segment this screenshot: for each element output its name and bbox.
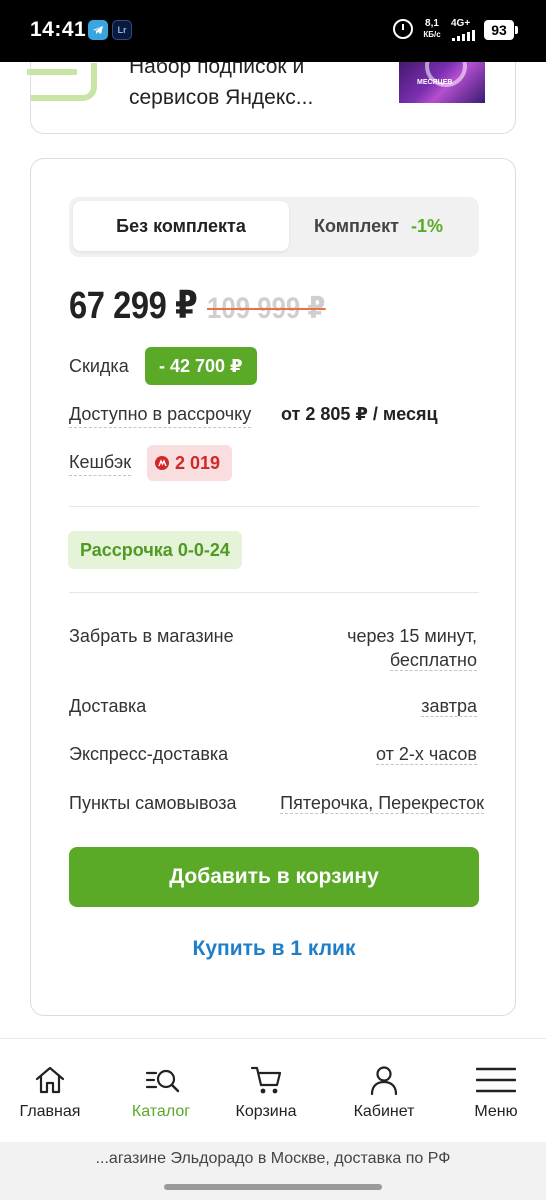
pickup-points-label: Пункты самовывоза (69, 793, 237, 813)
signal-icon (452, 30, 475, 41)
gesture-home-indicator[interactable] (164, 1184, 382, 1190)
network-speed: 8,1 КБ/с (420, 18, 444, 40)
nav-menu[interactable]: Меню (446, 1039, 546, 1143)
user-icon (367, 1063, 401, 1097)
cashback-label[interactable]: Кешбэк (69, 452, 132, 476)
catalog-search-icon (144, 1063, 180, 1097)
browser-url-text: ...агазине Эльдорадо в Москве, доставка … (95, 1150, 451, 1167)
express-delivery-label: Экспресс-доставка (69, 744, 229, 764)
discount-label: Скидка (69, 356, 129, 376)
divider (69, 506, 479, 507)
alarm-icon (393, 19, 413, 39)
pickup-points-value[interactable]: Пятерочка, Перекресток (280, 791, 484, 815)
nav-account[interactable]: Кабинет (334, 1039, 434, 1143)
cashback-coin-icon (155, 456, 169, 470)
installment-value: от 2 805 ₽ / месяц (281, 404, 438, 424)
menu-icon (475, 1063, 517, 1097)
tab-with-bundle[interactable]: Комплект -1% (314, 201, 443, 251)
delivery-value[interactable]: завтра (421, 694, 477, 718)
nav-catalog[interactable]: Каталог (111, 1039, 211, 1143)
nav-cart[interactable]: Корзина (216, 1039, 316, 1143)
installment-plan-badge[interactable]: Рассрочка 0-0-24 (68, 531, 242, 569)
bundle-discount-badge: -1% (410, 215, 443, 236)
cart-icon (249, 1063, 283, 1097)
pickup-store-label: Забрать в магазине (69, 626, 234, 646)
nav-home[interactable]: Главная (0, 1039, 100, 1143)
old-price: 109 999 ₽ (207, 292, 326, 325)
cashback-badge: 2 019 (147, 445, 233, 481)
pickup-store-value[interactable]: через 15 минут, бесплатно (347, 624, 477, 672)
tab-with-bundle-label: Комплект (314, 215, 399, 236)
browser-url-bar[interactable]: ...агазине Эльдорадо в Москве, доставка … (0, 1142, 546, 1200)
add-to-cart-button[interactable]: Добавить в корзину (69, 847, 479, 907)
nav-menu-label: Меню (474, 1103, 518, 1120)
bundle-toggle: Без комплекта Комплект -1% (69, 197, 479, 257)
installment-label[interactable]: Доступно в рассрочку (69, 404, 252, 428)
status-time: 14:41 (30, 18, 87, 41)
tab-without-bundle-label: Без комплекта (116, 215, 246, 236)
bottom-nav: Главная Каталог Корзина Кабинет Меню (0, 1038, 546, 1142)
divider (69, 592, 479, 593)
pickup-points-value-text: Пятерочка, Перекресток (280, 793, 484, 814)
network-speed-value: 8,1 (425, 18, 439, 29)
delivery-value-text: завтра (421, 696, 477, 717)
status-bar: 14:41 Lr 8,1 КБ/с 4G+ 93 (0, 0, 546, 62)
nav-catalog-label: Каталог (131, 1103, 191, 1120)
battery-level: 93 (491, 22, 507, 38)
yandex-plus-logo (27, 63, 97, 101)
cashback-value: 2 019 (175, 452, 221, 473)
pickup-store-time: через 15 минут, (347, 626, 477, 646)
network-speed-unit: КБ/с (423, 30, 441, 39)
tab-without-bundle[interactable]: Без комплекта (73, 201, 289, 251)
telegram-icon (88, 20, 108, 40)
bundle-image-caption: МЕСЯЦЕВ (417, 79, 453, 86)
express-delivery-value[interactable]: от 2-х часов (375, 742, 477, 766)
home-icon (33, 1063, 67, 1097)
delivery-label: Доставка (69, 696, 147, 716)
lightroom-icon: Lr (112, 20, 132, 40)
nav-account-label: Кабинет (353, 1103, 415, 1120)
battery-icon: 93 (484, 20, 518, 40)
buy-one-click-link[interactable]: Купить в 1 клик (69, 929, 479, 969)
screen: Набор подписок и сервисов Яндекс... МЕСЯ… (0, 0, 546, 1200)
pickup-store-price: бесплатно (389, 650, 477, 671)
nav-home-label: Главная (19, 1103, 81, 1120)
nav-cart-label: Корзина (235, 1103, 297, 1120)
express-delivery-value-text: от 2-х часов (375, 744, 477, 765)
purchase-card: Без комплекта Комплект -1% 67 299 ₽ 109 … (30, 158, 516, 1016)
discount-badge: - 42 700 ₽ (145, 347, 257, 385)
current-price: 67 299 ₽ (69, 285, 198, 327)
network-type: 4G+ (451, 18, 471, 29)
